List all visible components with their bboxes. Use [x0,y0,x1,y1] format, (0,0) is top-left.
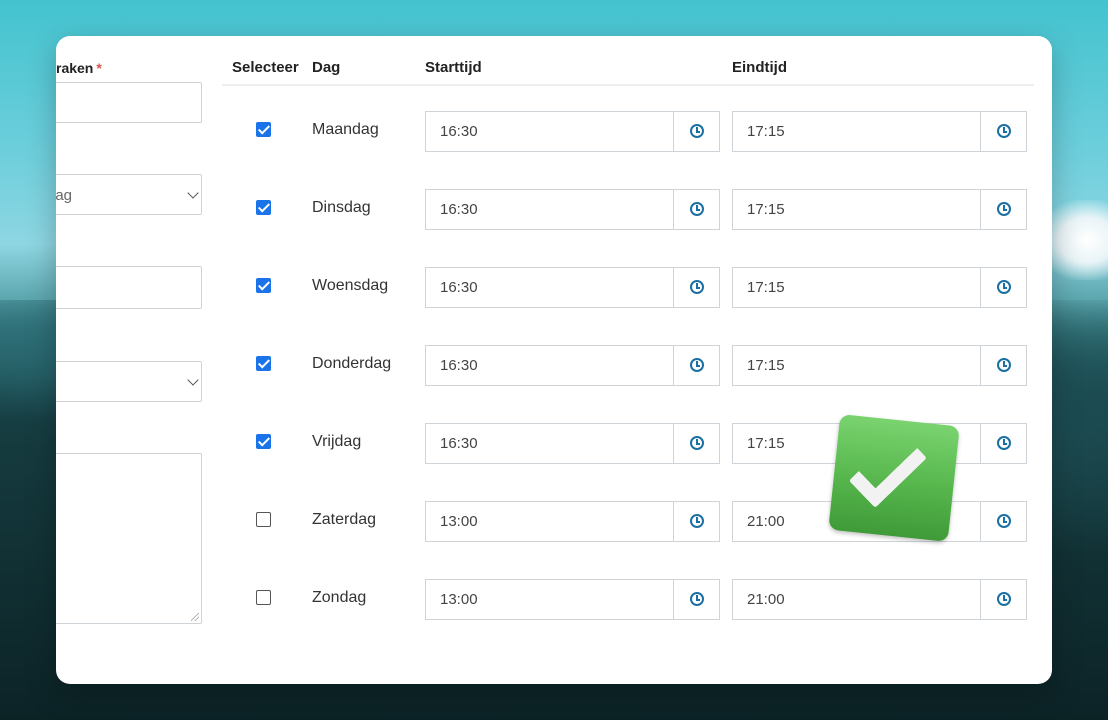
start-time-value: 16:30 [440,123,478,140]
text-input-2[interactable] [56,266,202,309]
start-time-field[interactable]: 13:00 [425,579,720,620]
header-select: Selecteer [232,59,299,76]
chevron-down-icon [187,373,199,386]
clock-icon [997,358,1011,372]
field-label-text: raken [56,60,94,76]
end-time-value: 17:15 [747,357,785,374]
start-time-value: 13:00 [440,513,478,530]
start-time-picker-button[interactable] [673,502,719,541]
start-time-picker-button[interactable] [673,346,719,385]
select-field-2[interactable] [56,361,202,402]
start-time-value: 16:30 [440,435,478,452]
day-checkbox[interactable] [256,200,271,215]
start-time-field[interactable]: 16:30 [425,189,720,230]
end-time-field[interactable]: 21:00 [732,579,1027,620]
start-time-field[interactable]: 16:30 [425,345,720,386]
end-time-field[interactable]: 17:15 [732,111,1027,152]
table-row: Maandag 16:30 17:15 [222,86,1034,164]
clock-icon [690,358,704,372]
day-checkbox[interactable] [256,590,271,605]
clock-icon [997,436,1011,450]
clock-icon [690,124,704,138]
start-time-picker-button[interactable] [673,424,719,463]
start-time-picker-button[interactable] [673,268,719,307]
select-field[interactable]: dag [56,174,202,215]
day-label: Zondag [312,589,367,606]
resize-handle-icon[interactable] [191,613,199,621]
day-label: Donderdag [312,355,392,372]
textarea[interactable] [56,453,202,624]
end-time-field[interactable]: 17:15 [732,189,1027,230]
end-time-picker-button[interactable] [980,580,1026,619]
end-time-picker-button[interactable] [980,112,1026,151]
schedule-card: raken* dag Selecteer Dag Starttijd Eindt… [56,36,1052,684]
clock-icon [690,280,704,294]
day-label: Woensdag [312,277,389,294]
clock-icon [690,202,704,216]
end-time-picker-button[interactable] [980,190,1026,229]
end-time-value: 17:15 [747,201,785,218]
table-row: Zondag 13:00 21:00 [222,554,1034,632]
table-row: Dinsdag 16:30 17:15 [222,164,1034,242]
day-label: Vrijdag [312,433,362,450]
header-end: Eindtijd [732,59,787,76]
day-label: Dinsdag [312,199,371,216]
table-row: Donderdag 16:30 17:15 [222,320,1034,398]
start-time-picker-button[interactable] [673,580,719,619]
start-time-value: 16:30 [440,357,478,374]
end-time-value: 17:15 [747,123,785,140]
end-time-picker-button[interactable] [980,424,1026,463]
start-time-field[interactable]: 13:00 [425,501,720,542]
day-checkbox[interactable] [256,434,271,449]
start-time-picker-button[interactable] [673,112,719,151]
start-time-field[interactable]: 16:30 [425,111,720,152]
end-time-value: 21:00 [747,591,785,608]
clock-icon [997,514,1011,528]
required-marker: * [96,60,102,76]
day-checkbox[interactable] [256,512,271,527]
table-body: Maandag 16:30 17:15 Dinsdag 16:30 17:15 Woensd… [222,86,1034,632]
end-time-value: 17:15 [747,279,785,296]
table-header: Selecteer Dag Starttijd Eindtijd [222,36,1034,86]
end-time-value: 17:15 [747,435,785,452]
end-time-value: 21:00 [747,513,785,530]
clock-icon [997,592,1011,606]
end-time-field[interactable]: 17:15 [732,345,1027,386]
start-time-picker-button[interactable] [673,190,719,229]
day-label: Maandag [312,121,379,138]
day-checkbox[interactable] [256,356,271,371]
table-row: Woensdag 16:30 17:15 [222,242,1034,320]
day-label: Zaterdag [312,511,377,528]
end-time-picker-button[interactable] [980,268,1026,307]
clock-icon [690,592,704,606]
start-time-field[interactable]: 16:30 [425,423,720,464]
clock-icon [997,280,1011,294]
check-mark-icon [848,430,927,508]
end-time-picker-button[interactable] [980,346,1026,385]
clock-icon [690,436,704,450]
clock-icon [690,514,704,528]
text-input[interactable] [56,82,202,123]
header-start: Starttijd [425,59,482,76]
select-value: dag [56,187,73,204]
field-label: raken * [56,60,102,76]
check-mark-emoji [828,414,960,542]
start-time-field[interactable]: 16:30 [425,267,720,308]
end-time-field[interactable]: 17:15 [732,267,1027,308]
start-time-value: 16:30 [440,201,478,218]
header-day: Dag [312,59,341,76]
clock-icon [997,202,1011,216]
left-form-column: raken* dag [56,36,206,684]
end-time-picker-button[interactable] [980,502,1026,541]
start-time-value: 16:30 [440,279,478,296]
clock-icon [997,124,1011,138]
schedule-table: Selecteer Dag Starttijd Eindtijd Maandag… [222,36,1034,632]
start-time-value: 13:00 [440,591,478,608]
day-checkbox[interactable] [256,278,271,293]
day-checkbox[interactable] [256,122,271,137]
